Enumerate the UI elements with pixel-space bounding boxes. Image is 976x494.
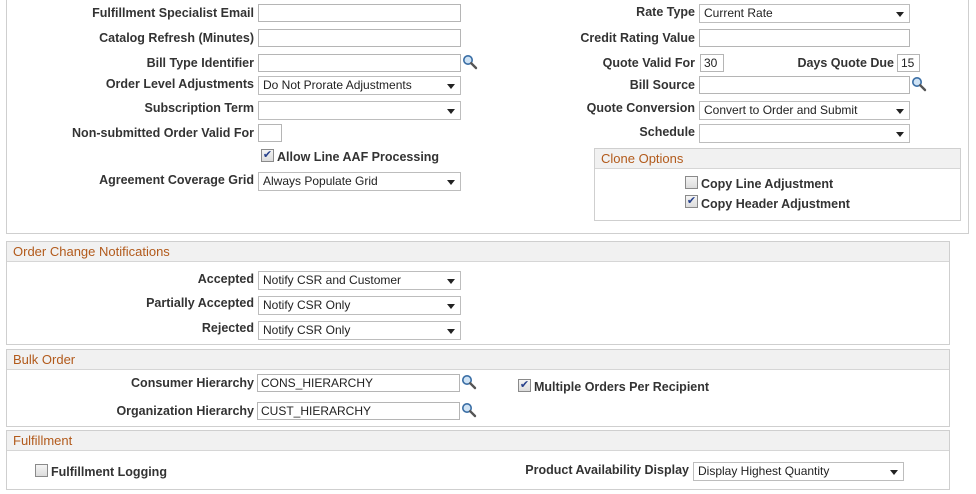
chevron-down-icon xyxy=(447,279,455,284)
accepted-value: Notify CSR and Customer xyxy=(263,273,402,287)
partially-accepted-label: Partially Accepted xyxy=(146,296,254,310)
order-level-adjustments-label: Order Level Adjustments xyxy=(105,77,254,91)
consumer-hierarchy-input[interactable]: CONS_HIERARCHY xyxy=(257,374,460,392)
clone-options-title: Clone Options xyxy=(595,149,960,169)
product-availability-label: Product Availability Display xyxy=(525,463,689,477)
rejected-value: Notify CSR Only xyxy=(263,323,351,337)
rejected-label: Rejected xyxy=(201,321,254,335)
consumer-hierarchy-label: Consumer Hierarchy xyxy=(131,376,254,390)
copy-header-adjustment-label: Copy Header Adjustment xyxy=(701,197,850,211)
quote-conversion-label: Quote Conversion xyxy=(586,101,695,115)
order-change-title: Order Change Notifications xyxy=(7,242,949,262)
fulfillment-panel: Fulfillment xyxy=(6,430,950,490)
chevron-down-icon xyxy=(890,470,898,475)
quote-valid-for-label: Quote Valid For xyxy=(602,56,695,70)
credit-rating-value-label: Credit Rating Value xyxy=(580,31,695,45)
partially-accepted-select[interactable]: Notify CSR Only xyxy=(258,296,461,315)
rate-type-label: Rate Type xyxy=(636,5,695,19)
copy-header-adjustment-checkbox[interactable] xyxy=(685,195,698,208)
rejected-select[interactable]: Notify CSR Only xyxy=(258,321,461,340)
non-submitted-valid-label: Non-submitted Order Valid For xyxy=(72,126,254,140)
rate-type-select[interactable]: Current Rate xyxy=(699,4,910,23)
chevron-down-icon xyxy=(447,84,455,89)
bill-source-lookup-icon[interactable] xyxy=(911,76,927,92)
multiple-orders-label: Multiple Orders Per Recipient xyxy=(534,380,710,394)
agreement-coverage-grid-value: Always Populate Grid xyxy=(263,174,378,188)
credit-rating-value-input[interactable] xyxy=(699,29,910,47)
order-change-panel: Order Change Notifications xyxy=(6,241,950,345)
multiple-orders-checkbox[interactable] xyxy=(518,379,531,392)
catalog-refresh-label: Catalog Refresh (Minutes) xyxy=(99,31,254,45)
subscription-term-label: Subscription Term xyxy=(144,101,254,115)
accepted-select[interactable]: Notify CSR and Customer xyxy=(258,271,461,290)
subscription-term-select[interactable] xyxy=(258,101,461,120)
rate-type-value: Current Rate xyxy=(704,6,773,20)
chevron-down-icon xyxy=(896,12,904,17)
allow-line-aaf-label: Allow Line AAF Processing xyxy=(277,150,440,164)
copy-line-adjustment-checkbox[interactable] xyxy=(685,176,698,189)
schedule-select[interactable] xyxy=(699,124,910,143)
chevron-down-icon xyxy=(896,132,904,137)
schedule-label: Schedule xyxy=(639,125,695,139)
days-quote-due-input[interactable]: 15 xyxy=(897,54,920,72)
quote-valid-for-input[interactable]: 30 xyxy=(700,54,724,72)
order-level-adjustments-value: Do Not Prorate Adjustments xyxy=(263,78,412,92)
quote-conversion-value: Convert to Order and Submit xyxy=(704,103,858,117)
fulfillment-logging-label: Fulfillment Logging xyxy=(51,465,167,479)
bill-type-identifier-label: Bill Type Identifier xyxy=(146,56,254,70)
agreement-coverage-grid-select[interactable]: Always Populate Grid xyxy=(258,172,461,191)
bill-type-identifier-input[interactable] xyxy=(258,54,461,72)
bulk-order-title: Bulk Order xyxy=(7,350,949,370)
product-availability-value: Display Highest Quantity xyxy=(698,464,830,478)
fulfillment-title: Fulfillment xyxy=(7,431,949,451)
organization-hierarchy-label: Organization Hierarchy xyxy=(116,404,254,418)
consumer-hierarchy-lookup-icon[interactable] xyxy=(461,374,477,390)
partially-accepted-value: Notify CSR Only xyxy=(263,298,351,312)
allow-line-aaf-checkbox[interactable] xyxy=(261,149,274,162)
chevron-down-icon xyxy=(447,109,455,114)
fulfillment-email-input[interactable] xyxy=(258,4,461,22)
chevron-down-icon xyxy=(447,329,455,334)
copy-line-adjustment-label: Copy Line Adjustment xyxy=(701,177,834,191)
bill-type-lookup-icon[interactable] xyxy=(462,54,478,70)
chevron-down-icon xyxy=(447,180,455,185)
agreement-coverage-grid-label: Agreement Coverage Grid xyxy=(99,173,254,187)
chevron-down-icon xyxy=(896,109,904,114)
product-availability-select[interactable]: Display Highest Quantity xyxy=(693,462,904,481)
fulfillment-email-label: Fulfillment Specialist Email xyxy=(92,6,254,20)
accepted-label: Accepted xyxy=(197,272,254,286)
order-level-adjustments-select[interactable]: Do Not Prorate Adjustments xyxy=(258,76,461,95)
quote-conversion-select[interactable]: Convert to Order and Submit xyxy=(699,101,910,120)
bill-source-input[interactable] xyxy=(699,76,910,94)
catalog-refresh-input[interactable] xyxy=(258,29,461,47)
days-quote-due-label: Days Quote Due xyxy=(797,56,894,70)
organization-hierarchy-input[interactable]: CUST_HIERARCHY xyxy=(257,402,460,420)
fulfillment-logging-checkbox[interactable] xyxy=(35,464,48,477)
organization-hierarchy-lookup-icon[interactable] xyxy=(461,402,477,418)
chevron-down-icon xyxy=(447,304,455,309)
non-submitted-valid-input[interactable] xyxy=(258,124,282,142)
bill-source-label: Bill Source xyxy=(629,78,695,92)
